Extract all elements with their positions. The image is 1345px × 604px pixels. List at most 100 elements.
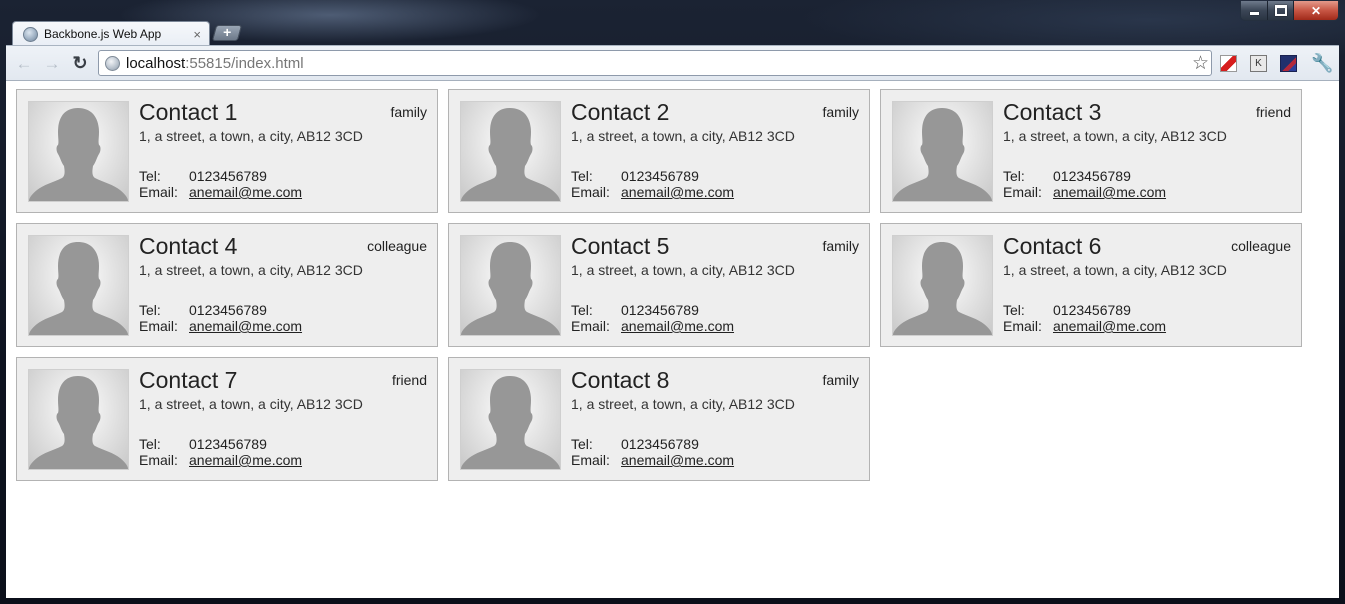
- extension-blue-icon[interactable]: [1280, 55, 1297, 72]
- extension-k-icon[interactable]: K: [1250, 55, 1267, 72]
- contact-name: Contact 8: [571, 367, 670, 393]
- tel-label: Tel:: [1003, 168, 1025, 184]
- address-bar[interactable]: localhost:55815/index.html ☆: [98, 50, 1212, 76]
- contact-email-link[interactable]: anemail@me.com: [621, 452, 734, 468]
- minimize-icon: [1249, 12, 1259, 15]
- contact-tel: 0123456789: [1053, 168, 1131, 184]
- contact-photo: [892, 101, 993, 202]
- tab-active[interactable]: Backbone.js Web App ×: [12, 21, 210, 46]
- reload-button[interactable]: ↻: [70, 53, 90, 73]
- contact-name: Contact 6: [1003, 233, 1102, 259]
- contact-name: Contact 3: [1003, 99, 1102, 125]
- contact-card-8: Contact 8 family 1, a street, a town, a …: [448, 357, 870, 481]
- browser-window: ✕ Backbone.js Web App × + ← → ↻ localhos…: [0, 0, 1345, 604]
- tel-label: Tel:: [139, 168, 161, 184]
- arrow-right-icon: →: [43, 53, 61, 73]
- contact-tel: 0123456789: [1053, 302, 1131, 318]
- extension-red-icon[interactable]: [1220, 55, 1237, 72]
- browser-toolbar: ← → ↻ localhost:55815/index.html ☆ K 🔧: [6, 45, 1339, 81]
- contact-photo: [28, 101, 129, 202]
- contact-address: 1, a street, a town, a city, AB12 3CD: [139, 396, 363, 412]
- contact-photo: [28, 235, 129, 336]
- contact-address: 1, a street, a town, a city, AB12 3CD: [139, 128, 363, 144]
- contact-card-3: Contact 3 friend 1, a street, a town, a …: [880, 89, 1302, 213]
- forward-button[interactable]: →: [42, 53, 62, 73]
- tel-label: Tel:: [571, 436, 593, 452]
- maximize-icon: [1274, 5, 1287, 16]
- plus-icon: +: [223, 24, 232, 40]
- person-silhouette-icon: [461, 108, 560, 201]
- contact-name: Contact 5: [571, 233, 670, 259]
- window-controls: ✕: [1240, 1, 1339, 21]
- contact-address: 1, a street, a town, a city, AB12 3CD: [139, 262, 363, 278]
- minimize-button[interactable]: [1241, 1, 1267, 20]
- contact-address: 1, a street, a town, a city, AB12 3CD: [571, 396, 795, 412]
- email-label: Email:: [139, 318, 178, 334]
- tab-title: Backbone.js Web App: [44, 27, 162, 41]
- person-silhouette-icon: [29, 242, 128, 335]
- contact-name: Contact 7: [139, 367, 238, 393]
- contact-email-link[interactable]: anemail@me.com: [621, 318, 734, 334]
- page-content: Contact 1 family 1, a street, a town, a …: [6, 81, 1339, 598]
- contact-card-4: Contact 4 colleague 1, a street, a town,…: [16, 223, 438, 347]
- person-silhouette-icon: [893, 108, 992, 201]
- contact-email-link[interactable]: anemail@me.com: [621, 184, 734, 200]
- contact-type: colleague: [367, 238, 427, 254]
- reload-icon: ↻: [72, 53, 88, 73]
- contact-email-link[interactable]: anemail@me.com: [1053, 318, 1166, 334]
- contact-address: 1, a street, a town, a city, AB12 3CD: [571, 128, 795, 144]
- tab-close-icon[interactable]: ×: [193, 27, 201, 42]
- contact-address: 1, a street, a town, a city, AB12 3CD: [571, 262, 795, 278]
- contact-card-1: Contact 1 family 1, a street, a town, a …: [16, 89, 438, 213]
- contact-type: friend: [1255, 104, 1291, 120]
- email-label: Email:: [571, 318, 610, 334]
- email-label: Email:: [1003, 318, 1042, 334]
- contact-photo: [892, 235, 993, 336]
- contact-photo: [460, 369, 561, 470]
- tel-label: Tel:: [571, 302, 593, 318]
- contact-tel: 0123456789: [189, 436, 267, 452]
- contact-email-link[interactable]: anemail@me.com: [1053, 184, 1166, 200]
- contact-email-link[interactable]: anemail@me.com: [189, 318, 302, 334]
- contact-tel: 0123456789: [189, 302, 267, 318]
- contact-card-2: Contact 2 family 1, a street, a town, a …: [448, 89, 870, 213]
- contact-tel: 0123456789: [621, 436, 699, 452]
- person-silhouette-icon: [29, 376, 128, 469]
- contact-photo: [460, 101, 561, 202]
- contact-tel: 0123456789: [621, 302, 699, 318]
- email-label: Email:: [571, 184, 610, 200]
- contact-email-link[interactable]: anemail@me.com: [189, 184, 302, 200]
- contact-address: 1, a street, a town, a city, AB12 3CD: [1003, 128, 1227, 144]
- wrench-menu-icon[interactable]: 🔧: [1311, 53, 1333, 73]
- contact-tel: 0123456789: [189, 168, 267, 184]
- contact-email-link[interactable]: anemail@me.com: [189, 452, 302, 468]
- arrow-left-icon: ←: [15, 53, 33, 73]
- contact-address: 1, a street, a town, a city, AB12 3CD: [1003, 262, 1227, 278]
- contact-type: family: [822, 372, 859, 388]
- contact-photo: [28, 369, 129, 470]
- person-silhouette-icon: [29, 108, 128, 201]
- contact-name: Contact 4: [139, 233, 238, 259]
- contact-name: Contact 1: [139, 99, 238, 125]
- contact-card-6: Contact 6 colleague 1, a street, a town,…: [880, 223, 1302, 347]
- contact-type: family: [822, 238, 859, 254]
- page-info-icon[interactable]: [105, 55, 120, 71]
- maximize-button[interactable]: [1267, 1, 1293, 20]
- tel-label: Tel:: [571, 168, 593, 184]
- person-silhouette-icon: [893, 242, 992, 335]
- person-silhouette-icon: [461, 376, 560, 469]
- url-path: :55815/index.html: [185, 54, 304, 72]
- back-button[interactable]: ←: [14, 53, 34, 73]
- close-icon: ✕: [1310, 3, 1322, 18]
- url-host: localhost: [126, 54, 186, 72]
- contact-type: colleague: [1231, 238, 1291, 254]
- bookmark-star-icon[interactable]: ☆: [1192, 52, 1209, 75]
- new-tab-button[interactable]: +: [211, 24, 243, 41]
- contact-type: family: [390, 104, 427, 120]
- contact-type: friend: [391, 372, 427, 388]
- email-label: Email:: [1003, 184, 1042, 200]
- contact-card-5: Contact 5 family 1, a street, a town, a …: [448, 223, 870, 347]
- close-window-button[interactable]: ✕: [1293, 1, 1338, 20]
- tel-label: Tel:: [139, 436, 161, 452]
- contact-type: family: [822, 104, 859, 120]
